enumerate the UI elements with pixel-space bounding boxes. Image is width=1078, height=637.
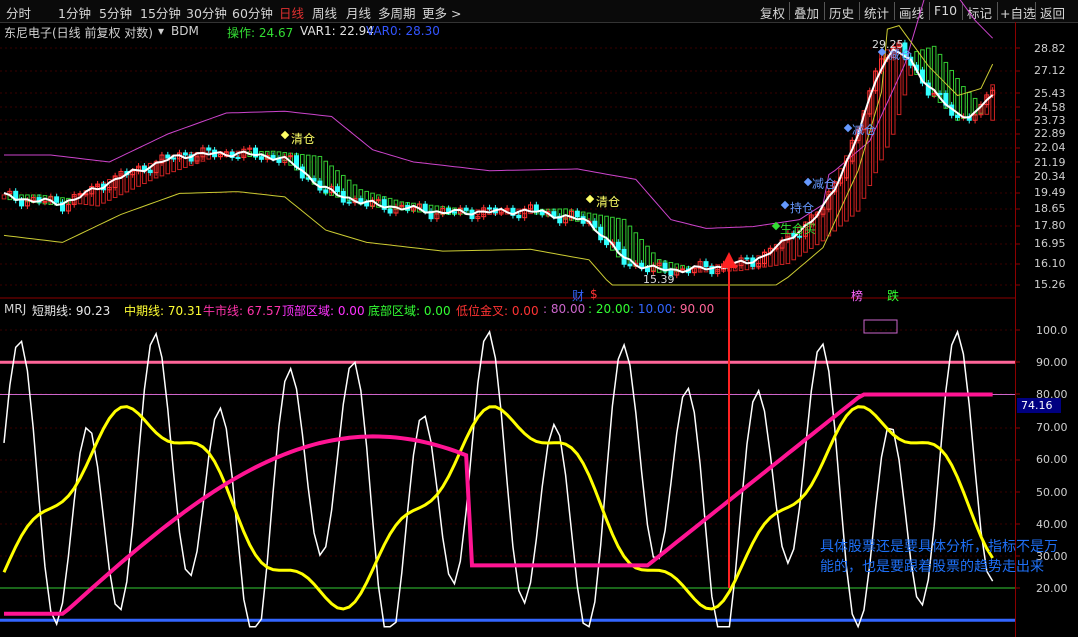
- dividend-marker[interactable]: $: [590, 287, 598, 301]
- candle-body: [334, 186, 340, 193]
- price-tick: 22.04: [1034, 141, 1066, 154]
- candle-body: [645, 267, 650, 273]
- candle-body: [323, 189, 329, 193]
- price-tick: 19.49: [1034, 186, 1066, 199]
- indicator-tick: 40.00: [1036, 518, 1068, 531]
- arrow-up-icon: [721, 252, 737, 268]
- indicator-tick: 100.0: [1036, 324, 1068, 337]
- candle-body: [387, 208, 393, 214]
- candle-body: [270, 155, 276, 159]
- price-tick: 16.95: [1034, 237, 1066, 250]
- mid-term-line: [2, 405, 994, 611]
- top-zone-box: [863, 319, 898, 334]
- candle-body: [54, 196, 60, 203]
- candle-body: [288, 155, 294, 158]
- signal-diamond: [843, 123, 853, 133]
- signal-diamond: [280, 130, 290, 140]
- bull-line-value: 牛市线: 67.57: [203, 304, 282, 318]
- candle-body: [19, 199, 25, 207]
- price-tick: 28.82: [1034, 42, 1066, 55]
- signal-diamond: [803, 177, 813, 187]
- candle-body: [615, 241, 621, 250]
- candle-body: [165, 154, 171, 159]
- indicator-tick: 60.00: [1036, 453, 1068, 466]
- price-tick: 24.58: [1034, 101, 1066, 114]
- candle-body: [627, 263, 633, 267]
- indicator-tick: 70.00: [1036, 421, 1068, 434]
- top-zone-value: 顶部区域: 0.00: [282, 304, 365, 318]
- analysis-note: 具体股票还是要具体分析，指标不是万能的，也是要跟着股票的趋势走出来: [820, 539, 1058, 575]
- indicator-arrow-icon: ▾: [158, 24, 165, 38]
- price-tick: 16.10: [1034, 257, 1066, 270]
- candle-body: [574, 210, 580, 218]
- candle-body: [422, 203, 428, 212]
- candle-body: [539, 211, 545, 215]
- lower-band-line: [3, 25, 994, 286]
- sub-indicator-name[interactable]: MRJ: [4, 302, 26, 316]
- price-tick: 27.12: [1034, 64, 1066, 77]
- level-90-value: : 90.00: [672, 302, 715, 316]
- low-price-label: 15.39: [643, 273, 675, 286]
- candle-body: [171, 157, 177, 160]
- candle-body: [451, 211, 457, 214]
- price-tick: 22.89: [1034, 127, 1066, 140]
- jiancang-signal: 减仓: [852, 123, 877, 137]
- band-box: [966, 91, 972, 118]
- candle-body: [147, 169, 153, 174]
- short-line-value: 短期线: 90.23: [32, 304, 111, 318]
- price-tick: 25.43: [1034, 87, 1066, 100]
- candle-body: [744, 257, 750, 260]
- level-20-value: : 20.00: [588, 302, 631, 316]
- bottom-zone-value: 底部区域: 0.00: [368, 304, 451, 318]
- caozuo-value: 操作: 24.67: [227, 26, 294, 40]
- candle-body: [42, 200, 48, 203]
- candle-body: [235, 156, 241, 159]
- price-tick: 21.19: [1034, 156, 1066, 169]
- chicang-signal: 持仓: [790, 201, 815, 215]
- candle-body: [955, 114, 961, 118]
- var0-value: VAR0: 28.30: [366, 24, 440, 38]
- level-10-value: : 10.00: [630, 302, 673, 316]
- price-tick: 20.34: [1034, 170, 1066, 183]
- price-tick: 17.80: [1034, 219, 1066, 232]
- indicator-tick: 90.00: [1036, 356, 1068, 369]
- buy-signal: 生仓买: [780, 222, 817, 236]
- price-tick: 15.26: [1034, 278, 1066, 291]
- candle-body: [375, 199, 381, 202]
- jiancang-signal: 减仓: [812, 177, 837, 191]
- level-80-value: : 80.00: [543, 302, 586, 316]
- short-term-line: [3, 329, 994, 629]
- price-tick: 23.73: [1034, 114, 1066, 127]
- golden-cross-value: 低位金叉: 0.00: [456, 304, 539, 318]
- candle-body: [487, 207, 493, 210]
- limit-down-marker[interactable]: 跌: [887, 287, 899, 304]
- qingcang-signal: 清仓: [291, 132, 316, 146]
- candle-body: [937, 92, 943, 95]
- signal-diamond: [585, 194, 595, 204]
- candle-body: [182, 152, 188, 156]
- candle-body: [258, 156, 264, 160]
- band-box: [1, 194, 7, 200]
- candle-body: [346, 201, 352, 204]
- billboard-marker[interactable]: 榜: [851, 287, 863, 304]
- mid-line-value: 中期线: 70.31: [124, 304, 203, 318]
- var1-value: VAR1: 22.94: [300, 24, 374, 38]
- candle-body: [463, 207, 469, 211]
- signal-diamond: [780, 200, 790, 210]
- candle-body: [680, 268, 686, 271]
- stock-title: 东尼电子(日线 前复权 对数): [4, 26, 153, 40]
- main-indicator-name[interactable]: BDM: [171, 24, 199, 38]
- indicator-tick: 20.00: [1036, 582, 1068, 595]
- indicator-tick: 50.00: [1036, 486, 1068, 499]
- jiancang-signal: 减仓: [888, 48, 913, 62]
- current-value-badge: 74.16: [1017, 398, 1061, 413]
- candle-body: [703, 261, 709, 268]
- candle-body: [516, 214, 522, 219]
- price-tick: 18.65: [1034, 202, 1066, 215]
- candle-body: [358, 198, 364, 204]
- candle-body: [206, 147, 212, 151]
- qingcang-signal: 清仓: [596, 195, 621, 209]
- band-box: [885, 49, 890, 148]
